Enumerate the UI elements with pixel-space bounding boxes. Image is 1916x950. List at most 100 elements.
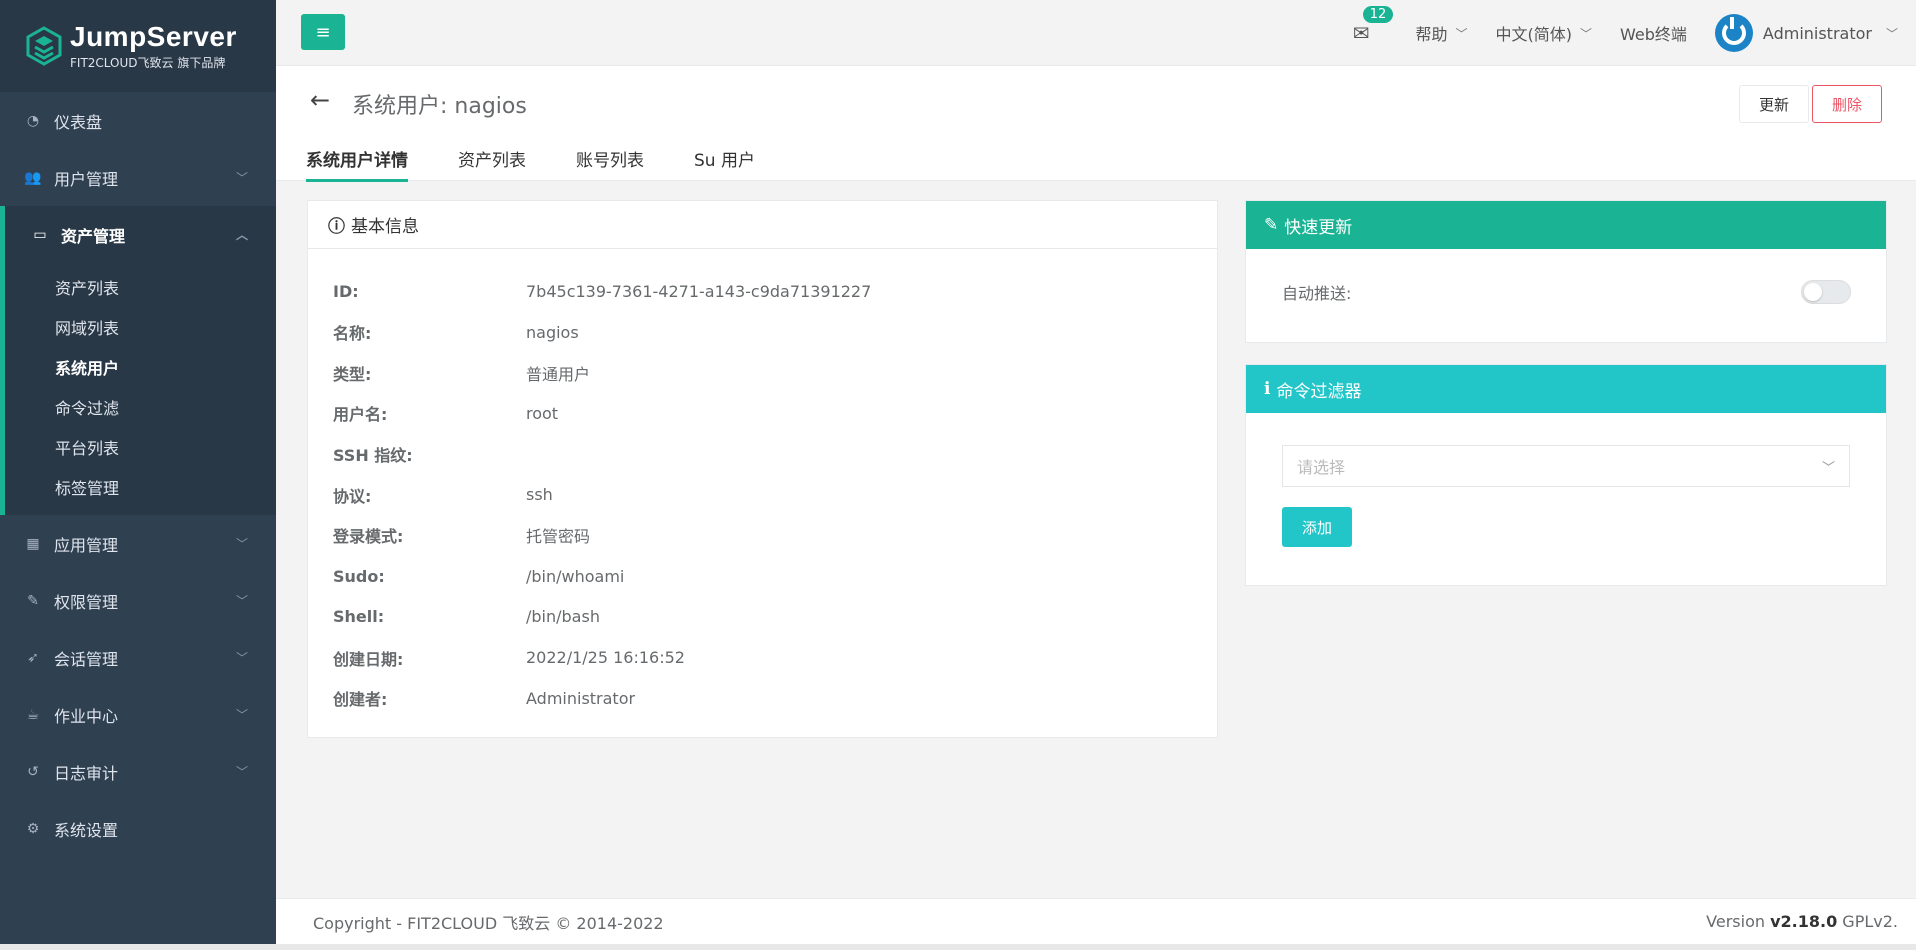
sidebar-item-label: 仪表盘 — [54, 112, 103, 132]
info-label: 创建日期: — [333, 649, 404, 669]
quick-update-panel: ✎ 快速更新 自动推送: — [1245, 200, 1887, 343]
sidebar-item-label: 应用管理 — [54, 535, 119, 555]
delete-button[interactable]: 删除 — [1812, 85, 1882, 123]
sidebar-item-settings[interactable]: ⚙ 系统设置 — [0, 800, 276, 857]
tab-system-user-detail[interactable]: 系统用户详情 — [306, 146, 408, 182]
help-label: 帮助 — [1415, 25, 1448, 44]
topbar-right: ✉ 12 帮助 ﹀ 中文(简体) ﹀ Web终端 Administrator ﹀ — [1353, 0, 1898, 66]
envelope-icon: ✉ — [1352, 21, 1370, 45]
chevron-down-icon: ﹀ — [1580, 26, 1593, 41]
subnav-item-domain-list[interactable]: 网域列表 — [5, 307, 276, 347]
command-filter-title: 命令过滤器 — [1276, 381, 1362, 402]
command-filter-select[interactable]: 请选择 ﹀ — [1282, 445, 1850, 487]
web-terminal-label: Web终端 — [1620, 25, 1687, 44]
version-prefix: Version — [1706, 912, 1771, 931]
subnav-item-platform-list[interactable]: 平台列表 — [5, 427, 276, 467]
info-value: ssh — [526, 485, 553, 505]
sidebar-item-assets[interactable]: ▭ 资产管理 ︿ — [0, 206, 276, 263]
logo[interactable]: JumpServer FIT2CLOUD飞致云 旗下品牌 — [0, 0, 276, 92]
avatar — [1714, 14, 1753, 52]
license-text: GPLv2. — [1837, 912, 1898, 931]
web-terminal-link[interactable]: Web终端 — [1620, 21, 1687, 45]
coffee-icon: ☕ — [26, 706, 40, 723]
sidebar-item-users[interactable]: 👥 用户管理 ﹀ — [0, 149, 276, 206]
language-dropdown[interactable]: 中文(简体) ﹀ — [1496, 21, 1593, 45]
sidebar-item-audit[interactable]: ↺ 日志审计 ﹀ — [0, 743, 276, 800]
hamburger-icon: ≡ — [315, 21, 331, 43]
info-row-sudo: Sudo: /bin/whoami — [308, 556, 1217, 597]
chevron-down-icon: ﹀ — [235, 765, 248, 779]
tab-su-user[interactable]: Su 用户 — [694, 146, 755, 182]
update-button[interactable]: 更新 — [1739, 85, 1809, 123]
subnav-item-command-filter[interactable]: 命令过滤 — [5, 387, 276, 427]
info-label: 登录模式: — [333, 527, 404, 547]
user-dropdown[interactable]: Administrator ﹀ — [1714, 14, 1898, 52]
sidebar-item-label: 系统设置 — [54, 820, 119, 840]
info-label: 名称: — [333, 324, 372, 344]
sidebar-nav-rest: ▦ 应用管理 ﹀ ✎ 权限管理 ﹀ ➶ 会话管理 ﹀ ☕ 作业中心 ﹀ ↺ 日志… — [0, 515, 276, 857]
info-row-shell: Shell: /bin/bash — [308, 597, 1217, 638]
page-title: 系统用户: nagios — [352, 94, 527, 119]
mail-button[interactable]: ✉ 12 — [1352, 6, 1394, 45]
dashboard-icon: ◔ — [26, 112, 40, 129]
info-row-protocol: 协议: ssh — [308, 474, 1217, 515]
history-icon: ↺ — [27, 763, 39, 780]
sidebar-item-label: 日志审计 — [54, 763, 119, 783]
add-button[interactable]: 添加 — [1282, 507, 1352, 547]
chevron-down-icon: ﹀ — [1821, 460, 1835, 476]
subnav-item-label-management[interactable]: 标签管理 — [5, 467, 276, 507]
page-header: ← 系统用户: nagios 更新 删除 系统用户详情 资产列表 账号列表 Su… — [276, 66, 1916, 182]
back-arrow-icon[interactable]: ← — [310, 86, 330, 114]
info-icon: ℹ — [1264, 379, 1271, 399]
info-circle-icon: ⓘ — [328, 217, 345, 237]
info-row-id: ID: 7b45c139-7361-4271-a143-c9da71391227 — [308, 271, 1217, 312]
subnav-item-asset-list[interactable]: 资产列表 — [5, 267, 276, 307]
sidebar-item-dashboard[interactable]: ◔ 仪表盘 — [0, 92, 276, 149]
edit-icon: ✎ — [27, 592, 39, 609]
sidebar-item-jobs[interactable]: ☕ 作业中心 ﹀ — [0, 686, 276, 743]
sidebar-item-label: 会话管理 — [54, 649, 119, 669]
tab-asset-list[interactable]: 资产列表 — [458, 146, 526, 182]
info-value: 普通用户 — [526, 364, 591, 384]
subnav-item-system-user[interactable]: 系统用户 — [5, 347, 276, 387]
power-icon — [1721, 17, 1746, 45]
sidebar-item-sessions[interactable]: ➶ 会话管理 ﹀ — [0, 629, 276, 686]
language-label: 中文(简体) — [1495, 25, 1573, 44]
auto-push-row: 自动推送: — [1246, 249, 1886, 334]
version-info: Version v2.18.0 GPLv2. — [1706, 912, 1898, 931]
info-value: 2022/1/25 16:16:52 — [526, 648, 685, 668]
info-value: 7b45c139-7361-4271-a143-c9da71391227 — [526, 281, 872, 301]
sidebar-item-permissions[interactable]: ✎ 权限管理 ﹀ — [0, 572, 276, 629]
tabs: 系统用户详情 资产列表 账号列表 Su 用户 — [306, 146, 805, 182]
info-label: Shell: — [333, 607, 385, 627]
chevron-down-icon: ﹀ — [235, 171, 248, 185]
footer: Copyright - FIT2CLOUD 飞致云 © 2014-2022 Ve… — [276, 898, 1916, 944]
jumpserver-logo-icon — [26, 26, 62, 66]
info-label: 创建者: — [333, 690, 388, 710]
users-icon: 👥 — [24, 169, 42, 186]
tab-account-list[interactable]: 账号列表 — [576, 146, 644, 182]
grid-icon: ▦ — [26, 535, 40, 552]
info-value: /bin/bash — [526, 607, 600, 627]
menu-toggle-button[interactable]: ≡ — [301, 14, 345, 50]
help-dropdown[interactable]: 帮助 ﹀ — [1415, 21, 1467, 45]
basic-info-header: ⓘ 基本信息 — [308, 201, 1217, 249]
sidebar-item-label: 资产管理 — [61, 226, 126, 246]
chevron-down-icon: ﹀ — [235, 708, 248, 722]
copyright-text: Copyright - FIT2CLOUD 飞致云 © 2014-2022 — [313, 913, 664, 933]
info-value: root — [526, 403, 559, 423]
topbar: ≡ ✉ 12 帮助 ﹀ 中文(简体) ﹀ Web终端 Administrator… — [276, 0, 1916, 66]
bottom-scrollbar[interactable] — [0, 944, 1916, 950]
auto-push-toggle[interactable] — [1801, 279, 1851, 304]
sidebar-item-label: 权限管理 — [54, 592, 119, 612]
edit-icon: ✎ — [1264, 215, 1279, 235]
sidebar-item-applications[interactable]: ▦ 应用管理 ﹀ — [0, 515, 276, 572]
mail-count-badge: 12 — [1362, 6, 1394, 23]
rocket-icon: ➶ — [27, 649, 39, 666]
chevron-down-icon: ﹀ — [235, 537, 248, 551]
info-row-ssh-fingerprint: SSH 指纹: — [308, 434, 1217, 475]
info-label: 用户名: — [333, 405, 388, 425]
chevron-down-icon: ﹀ — [235, 594, 248, 608]
info-value: nagios — [526, 322, 579, 342]
info-row-username: 用户名: root — [308, 393, 1217, 434]
